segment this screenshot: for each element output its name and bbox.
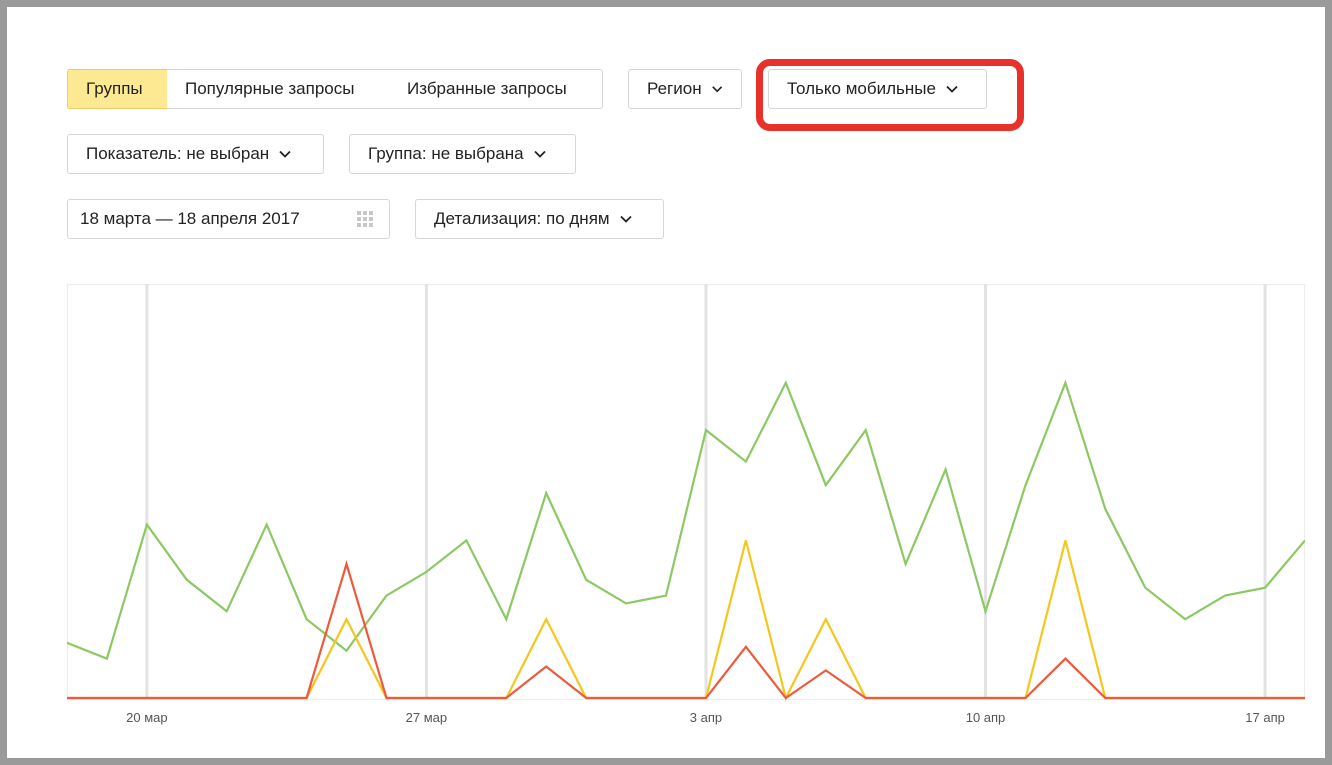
group-dropdown[interactable]: Группа: не выбрана (349, 134, 576, 174)
indicator-dropdown[interactable]: Показатель: не выбран (67, 134, 324, 174)
chart-background (67, 284, 1305, 700)
tab-popular-queries-label: Популярные запросы (185, 79, 355, 98)
chevron-down-icon (711, 86, 722, 93)
tab-popular-queries[interactable]: Популярные запросы (167, 69, 390, 109)
tab-favorite-queries[interactable]: Избранные запросы (389, 69, 603, 109)
x-tick-label: 3 апр (690, 710, 722, 725)
tab-favorite-queries-label: Избранные запросы (407, 79, 567, 98)
region-dropdown-label: Регион (647, 79, 702, 98)
chevron-down-icon (534, 150, 546, 158)
group-dropdown-label: Группа: не выбрана (368, 144, 524, 163)
x-tick-label: 17 апр (1245, 710, 1285, 725)
indicator-dropdown-label: Показатель: не выбран (86, 144, 270, 163)
date-range-input[interactable]: 18 марта — 18 апреля 2017 (67, 199, 390, 239)
x-tick-label: 10 апр (966, 710, 1006, 725)
detail-dropdown[interactable]: Детализация: по дням (415, 199, 664, 239)
app-window: Группы Популярные запросы Избранные запр… (7, 7, 1325, 758)
line-chart: 20 мар 27 мар 3 апр 10 апр 17 апр (67, 284, 1305, 744)
chevron-down-icon (619, 215, 632, 223)
date-range-value: 18 марта — 18 апреля 2017 (80, 209, 300, 228)
tab-groups[interactable]: Группы (67, 69, 168, 109)
tab-groups-label: Группы (86, 79, 143, 98)
detail-dropdown-label: Детализация: по дням (434, 209, 610, 228)
region-dropdown[interactable]: Регион (628, 69, 742, 109)
x-tick-label: 27 мар (406, 710, 447, 725)
x-tick-label: 20 мар (126, 710, 167, 725)
highlight-annotation (756, 59, 1024, 131)
chart-canvas: 20 мар 27 мар 3 апр 10 апр 17 апр (67, 284, 1305, 725)
calendar-icon[interactable] (355, 209, 377, 229)
chevron-down-icon (279, 150, 291, 158)
